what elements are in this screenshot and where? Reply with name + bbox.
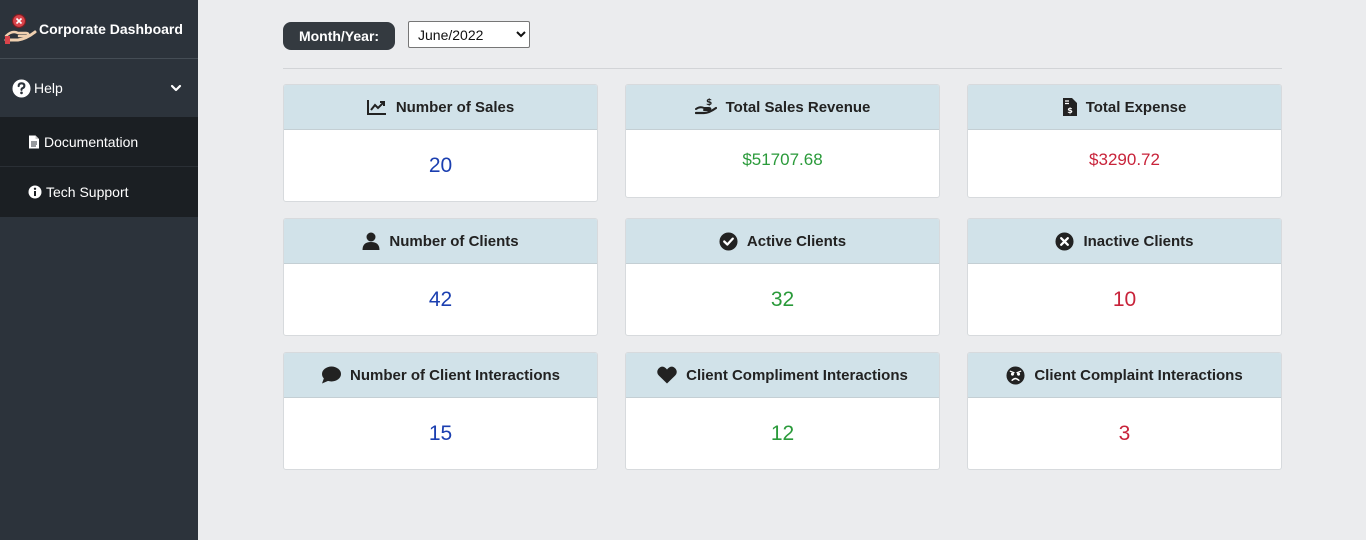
chart-line-icon xyxy=(366,100,386,115)
comment-icon xyxy=(321,366,341,384)
heart-icon xyxy=(657,366,677,384)
hand-dollar-icon: $ xyxy=(694,98,717,115)
card-value: $3290.72 xyxy=(1089,149,1160,169)
card-title: Total Expense xyxy=(1085,98,1187,116)
hand-coin-logo-icon xyxy=(4,13,37,44)
card-header: Client Compliment Interactions xyxy=(626,353,939,398)
sidebar-item-label: Tech Support xyxy=(46,184,129,200)
angry-face-icon xyxy=(1006,365,1025,385)
document-icon xyxy=(29,135,39,148)
card-value: $51707.68 xyxy=(742,149,823,169)
sidebar-item-documentation[interactable]: Documentation xyxy=(0,117,198,167)
user-icon xyxy=(362,232,380,250)
card-value: 42 xyxy=(428,287,453,311)
card-value: 32 xyxy=(770,287,795,311)
card-header: Active Clients xyxy=(626,219,939,264)
card-header: Inactive Clients xyxy=(968,219,1281,264)
card-inactive-clients: Inactive Clients 10 xyxy=(967,218,1282,336)
card-title: Inactive Clients xyxy=(1083,232,1194,250)
x-circle-icon xyxy=(1055,231,1074,251)
sidebar: Corporate Dashboard Help Documentation T… xyxy=(0,0,198,540)
sidebar-item-label: Documentation xyxy=(44,133,139,150)
chevron-down-icon[interactable] xyxy=(170,82,182,94)
card-value: 20 xyxy=(428,153,453,177)
month-year-select[interactable]: June/2022 xyxy=(408,21,530,48)
card-title: Client Complaint Interactions xyxy=(1034,366,1243,384)
question-circle-icon xyxy=(12,78,31,98)
card-header: Number of Clients xyxy=(284,219,597,264)
card-active-clients: Active Clients 32 xyxy=(625,218,940,336)
help-submenu: Documentation Tech Support xyxy=(0,117,198,217)
card-title: Number of Sales xyxy=(395,98,515,116)
card-header: Number of Sales xyxy=(284,85,597,130)
month-year-label: Month/Year: xyxy=(283,22,395,50)
invoice-dollar-icon: $ xyxy=(1062,98,1077,116)
sidebar-item-tech-support[interactable]: Tech Support xyxy=(0,167,198,217)
card-number-of-sales: Number of Sales 20 xyxy=(283,84,598,202)
card-title: Number of Clients xyxy=(389,232,519,250)
card-header: Number of Client Interactions xyxy=(284,353,597,398)
card-number-of-clients: Number of Clients 42 xyxy=(283,218,598,336)
check-circle-icon xyxy=(719,231,738,251)
card-total-expense: $ Total Expense $3290.72 xyxy=(967,84,1282,198)
card-title: Number of Client Interactions xyxy=(349,366,561,384)
brand-title: Corporate Dashboard xyxy=(39,21,183,37)
card-value: 3 xyxy=(1118,421,1131,445)
card-value: 15 xyxy=(428,421,453,445)
svg-text:$: $ xyxy=(1067,106,1073,115)
svg-text:$: $ xyxy=(706,98,712,108)
card-client-compliment-interactions: Client Compliment Interactions 12 xyxy=(625,352,940,470)
divider xyxy=(283,68,1282,69)
card-header: $ Total Expense xyxy=(968,85,1281,130)
card-value: 10 xyxy=(1112,287,1137,311)
card-header: $ Total Sales Revenue xyxy=(626,85,939,130)
card-title: Client Compliment Interactions xyxy=(686,366,908,384)
card-title: Active Clients xyxy=(746,232,847,250)
nav-help[interactable]: Help xyxy=(0,59,198,117)
nav-help-label: Help xyxy=(34,80,63,96)
card-header: Client Complaint Interactions xyxy=(968,353,1281,398)
card-client-complaint-interactions: Client Complaint Interactions 3 xyxy=(967,352,1282,470)
card-total-sales-revenue: $ Total Sales Revenue $51707.68 xyxy=(625,84,940,198)
info-icon xyxy=(28,185,42,199)
card-number-of-client-interactions: Number of Client Interactions 15 xyxy=(283,352,598,470)
card-title: Total Sales Revenue xyxy=(725,98,871,116)
brand[interactable]: Corporate Dashboard xyxy=(0,0,198,59)
card-value: 12 xyxy=(770,421,795,445)
